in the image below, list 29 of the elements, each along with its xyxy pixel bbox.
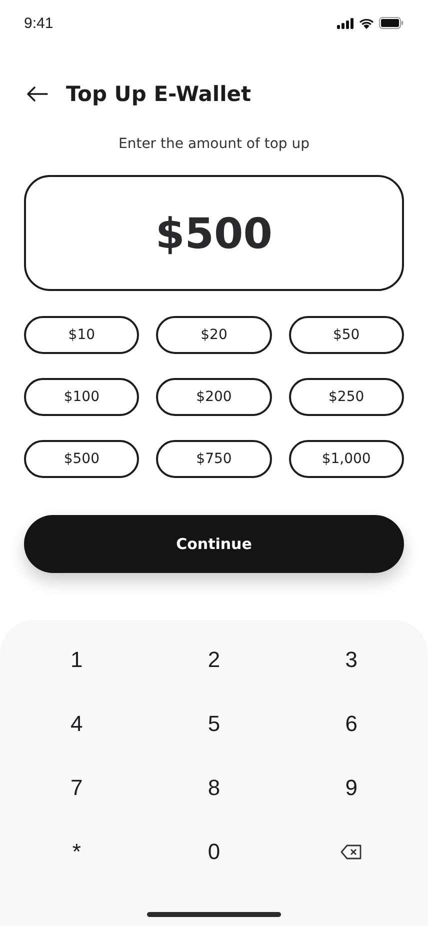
signal-icon (337, 18, 354, 28)
amount-chip[interactable]: $200 (156, 378, 272, 416)
amount-chip[interactable]: $20 (156, 316, 272, 354)
status-time: 9:41 (24, 14, 54, 32)
keypad-key[interactable]: 2 (196, 643, 232, 677)
amount-chip[interactable]: $500 (24, 440, 140, 478)
keypad-key[interactable]: * (60, 835, 93, 869)
amount-chip[interactable]: $50 (288, 316, 404, 354)
keypad-key[interactable]: 4 (58, 707, 95, 741)
amount-field[interactable]: $500 (24, 175, 404, 291)
back-icon[interactable] (26, 86, 48, 102)
amount-chip[interactable]: $1,000 (288, 440, 404, 478)
keypad-key[interactable]: 6 (333, 707, 370, 741)
amount-prompt: Enter the amount of top up (118, 136, 310, 152)
keypad-key[interactable]: 0 (196, 835, 232, 869)
keypad-key[interactable]: 9 (333, 771, 370, 805)
keypad-key[interactable]: 5 (196, 707, 232, 741)
keypad-key[interactable]: 8 (196, 771, 232, 805)
wifi-icon (359, 18, 374, 28)
continue-button[interactable]: Continue (24, 515, 404, 573)
amount-chip[interactable]: $10 (24, 316, 140, 354)
amount-chip[interactable]: $750 (156, 440, 272, 478)
amount-chip[interactable]: $250 (288, 378, 404, 416)
page-title: Top Up E-Wallet (66, 82, 252, 106)
keypad-key[interactable]: 3 (333, 643, 370, 677)
keypad-key[interactable]: 7 (58, 771, 95, 805)
battery-icon (379, 17, 404, 29)
keypad-key[interactable]: 1 (58, 643, 95, 677)
amount-chip[interactable]: $100 (24, 378, 140, 416)
